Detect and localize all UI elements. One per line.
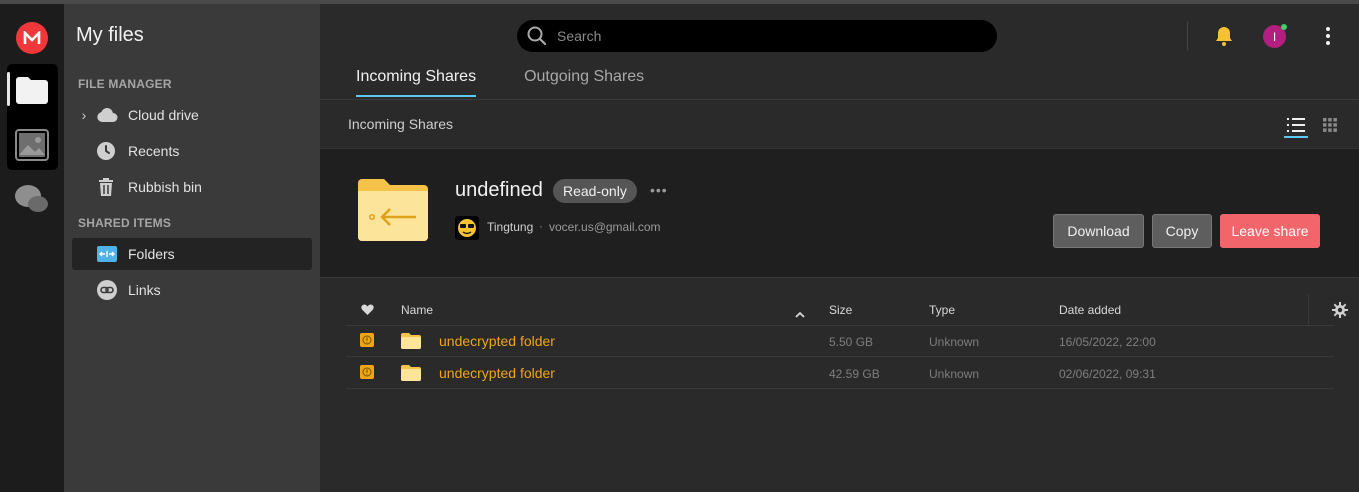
mega-logo-icon[interactable] — [16, 22, 48, 54]
favourite-column-icon[interactable] — [361, 303, 374, 321]
row-date: 16/05/2022, 22:00 — [1059, 335, 1156, 349]
copy-button[interactable]: Copy — [1152, 214, 1212, 248]
row-size: 42.59 GB — [829, 367, 880, 381]
owner-avatar — [455, 216, 479, 240]
row-name: undecrypted folder — [439, 333, 555, 349]
header-divider — [1187, 22, 1188, 50]
share-tabs: Incoming Shares Outgoing Shares — [356, 68, 692, 97]
read-only-badge: Read-only — [553, 179, 637, 203]
section-shared-items: SHARED ITEMS — [78, 216, 172, 230]
table-row[interactable]: undecrypted folder 42.59 GB Unknown 02/0… — [320, 357, 1359, 389]
share-name: undefined — [455, 179, 543, 201]
row-size: 5.50 GB — [829, 335, 874, 349]
folder-icon[interactable] — [14, 74, 50, 106]
owner-email: vocer.us@gmail.com — [549, 220, 661, 234]
owner-separator: · — [539, 219, 543, 233]
column-date-added[interactable]: Date added — [1059, 303, 1121, 317]
bell-icon[interactable] — [1213, 25, 1235, 52]
clock-icon — [96, 141, 122, 161]
chat-icon[interactable] — [14, 182, 50, 216]
column-type[interactable]: Type — [929, 303, 955, 317]
sidebar-item-label: Rubbish bin — [128, 179, 202, 195]
folder-icon — [401, 333, 421, 354]
warning-icon — [360, 365, 374, 379]
sidebar-item-label: Folders — [128, 246, 175, 262]
chevron-right-icon[interactable]: › — [72, 107, 96, 123]
trash-icon — [96, 177, 122, 197]
column-settings-icon[interactable] — [1332, 302, 1348, 323]
leave-share-button[interactable]: Leave share — [1220, 214, 1320, 248]
share-info-panel: undefined Read-only ••• Tingtung · vocer… — [320, 148, 1359, 278]
search-input[interactable] — [557, 28, 957, 44]
sidebar-item-label: Recents — [128, 143, 180, 159]
column-name[interactable]: Name — [401, 303, 433, 317]
sidebar-item-label: Links — [128, 282, 161, 298]
sidebar-item-cloud-drive[interactable]: › Cloud drive — [72, 99, 312, 131]
sidebar: My files FILE MANAGER › Cloud drive Rece… — [64, 4, 320, 492]
sidebar-title: My files — [76, 24, 144, 46]
search-icon — [527, 26, 547, 46]
sidebar-item-folders[interactable]: Folders — [72, 238, 312, 270]
table-divider — [346, 388, 1334, 389]
warning-icon — [360, 333, 374, 347]
breadcrumb-bar: Incoming Shares — [320, 100, 1359, 148]
row-name: undecrypted folder — [439, 365, 555, 381]
search-bar[interactable] — [517, 20, 997, 52]
sidebar-item-recents[interactable]: Recents — [72, 135, 312, 167]
shared-folder-icon — [96, 244, 122, 264]
sidebar-item-rubbish-bin[interactable]: Rubbish bin — [72, 171, 312, 203]
sort-ascending-icon[interactable] — [795, 305, 805, 323]
icon-rail — [0, 4, 64, 492]
download-button[interactable]: Download — [1053, 214, 1144, 248]
owner-name: Tingtung — [487, 220, 534, 234]
column-size[interactable]: Size — [829, 303, 852, 317]
incoming-share-folder-icon — [356, 177, 430, 248]
breadcrumb[interactable]: Incoming Shares — [348, 116, 453, 132]
row-type: Unknown — [929, 367, 980, 381]
column-divider — [1308, 294, 1309, 326]
kebab-menu-icon[interactable] — [1324, 26, 1332, 51]
share-more-options-icon[interactable]: ••• — [650, 182, 668, 198]
sidebar-item-links[interactable]: Links — [72, 274, 312, 306]
tab-incoming-shares[interactable]: Incoming Shares — [356, 68, 477, 97]
table-row[interactable]: undecrypted folder 5.50 GB Unknown 16/05… — [320, 325, 1359, 357]
rail-active-indicator — [7, 72, 10, 106]
section-file-manager: FILE MANAGER — [78, 77, 172, 91]
grid-view-icon[interactable] — [1318, 114, 1342, 136]
online-status-dot — [1281, 24, 1287, 30]
link-icon — [96, 280, 122, 300]
main-panel: I Incoming Shares Outgoing Shares Incomi… — [320, 4, 1359, 492]
sidebar-item-label: Cloud drive — [128, 107, 199, 123]
cloud-icon — [96, 105, 122, 125]
row-type: Unknown — [929, 335, 980, 349]
folder-icon — [401, 365, 421, 386]
row-date: 02/06/2022, 09:31 — [1059, 367, 1156, 381]
tab-outgoing-shares[interactable]: Outgoing Shares — [524, 68, 644, 97]
photos-icon[interactable] — [14, 128, 50, 162]
table-header: Name Size Type Date added — [320, 294, 1359, 326]
list-view-icon[interactable] — [1284, 114, 1308, 138]
